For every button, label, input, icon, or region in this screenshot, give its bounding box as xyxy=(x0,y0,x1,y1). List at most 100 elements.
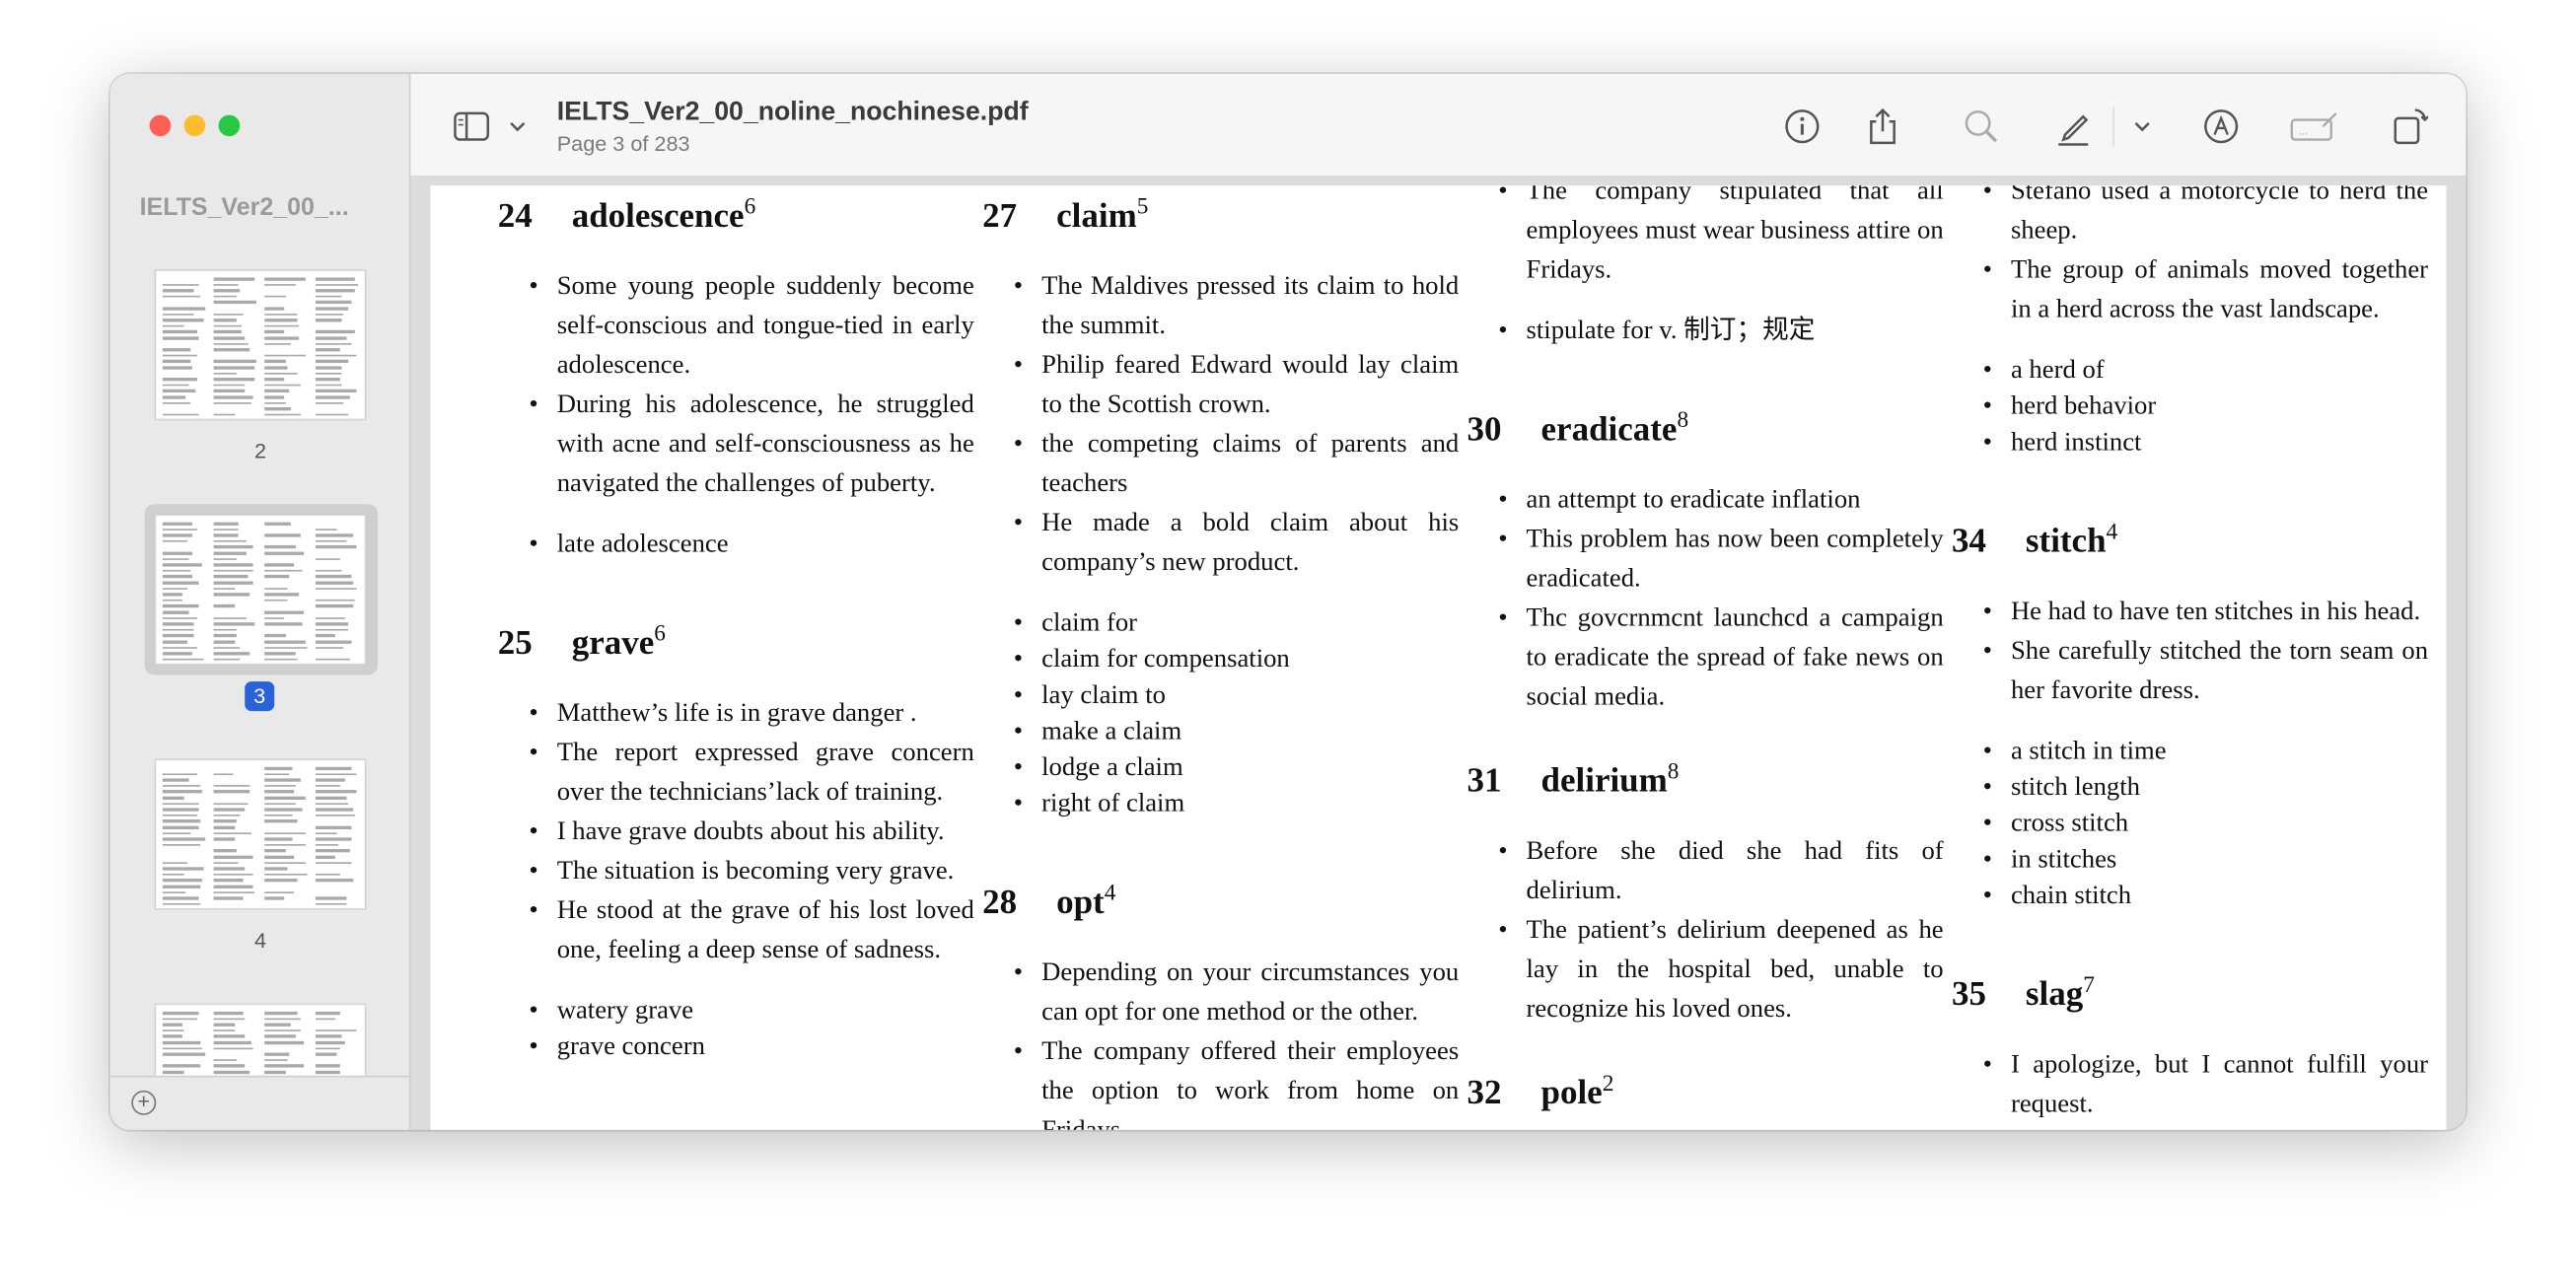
thumbnail-text-line xyxy=(163,844,200,846)
thumbnail-text-line xyxy=(163,289,194,291)
thumbnail-text-line xyxy=(316,277,355,279)
entry-number: 35 xyxy=(1952,970,2026,1017)
thumbnail-label: 2 xyxy=(110,439,411,463)
thumbnail-text-line xyxy=(316,629,348,631)
thumbnail-text-line xyxy=(214,826,236,828)
thumbnail-text-line xyxy=(264,646,307,648)
phrase-item: a stitch in time xyxy=(2011,734,2428,770)
sidebar-toggle-icon[interactable] xyxy=(452,106,491,146)
example-list: The company stipulated that all employee… xyxy=(1527,185,1944,291)
thumbnail-text-line xyxy=(163,815,197,816)
share-icon[interactable] xyxy=(1863,106,1902,146)
signature-icon[interactable]: ... xyxy=(2288,106,2340,146)
thumbnail-text-line xyxy=(316,342,351,344)
minimize-button[interactable] xyxy=(184,115,206,137)
thumbnail-page-2[interactable] xyxy=(156,271,365,419)
thumbnail-text-line xyxy=(316,1012,340,1014)
sidebar-footer: + xyxy=(110,1076,411,1130)
example-sentence: Some young people suddenly become self-c… xyxy=(557,267,974,386)
thumbnail-text-line xyxy=(163,791,203,793)
thumbnail-text-line xyxy=(316,378,340,380)
text-column: 24adolescence6Some young people suddenly… xyxy=(498,185,974,1130)
example-sentence: He made a bold claim about his company’s… xyxy=(1041,504,1459,583)
thumbnail-text-line xyxy=(214,629,237,631)
thumbnail-text-line xyxy=(264,622,303,624)
info-icon[interactable] xyxy=(1782,106,1822,146)
markup-icon[interactable] xyxy=(2201,106,2241,146)
example-sentence: Depending on your circumstances you can … xyxy=(1041,955,1459,1033)
thumbnail-text-line xyxy=(264,588,286,590)
thumbnail-text-line xyxy=(264,523,290,525)
thumbnail-text-line xyxy=(214,372,237,374)
thumbnail-text-line xyxy=(316,880,353,882)
rotate-icon[interactable] xyxy=(2391,106,2430,146)
add-page-icon[interactable]: + xyxy=(131,1091,156,1115)
thumbnail-text-line xyxy=(316,336,346,338)
thumbnail-text-line xyxy=(316,856,336,858)
example-sentence: Stefano used a motorcycle to herd the sh… xyxy=(2011,185,2428,251)
zoom-icon[interactable] xyxy=(1962,106,2001,146)
thumbnail-text-line xyxy=(264,832,306,834)
chevron-down-icon[interactable] xyxy=(2122,106,2162,146)
example-list: Depending on your circumstances you can … xyxy=(1041,955,1459,1130)
thumbnail-text-line xyxy=(214,862,239,864)
thumbnail-text-line xyxy=(316,401,344,403)
thumbnail-text-line xyxy=(163,617,196,619)
thumbnail-text-line xyxy=(163,594,182,596)
thumbnail-text-line xyxy=(264,862,306,864)
thumbnail-text-line xyxy=(316,582,354,584)
thumbnail-text-line xyxy=(214,295,237,297)
thumbnail-text-line xyxy=(163,809,198,811)
thumbnail-text-line xyxy=(264,1035,296,1037)
thumbnail-text-line xyxy=(264,372,298,374)
thumbnail-text-line xyxy=(264,891,295,893)
thumbnail-text-line xyxy=(163,797,184,799)
zoom-button[interactable] xyxy=(219,115,241,137)
thumbnail-text-line xyxy=(316,832,337,834)
highlight-pen-icon[interactable] xyxy=(2053,106,2093,146)
thumbnail-text-line xyxy=(214,891,255,893)
entry-heading: 35 slag7 xyxy=(1952,964,2428,1017)
phrase-list: watery gravegrave concern xyxy=(557,994,974,1066)
thumbnail-text-line xyxy=(316,360,349,362)
thumbnail-text-line xyxy=(316,600,355,602)
phrase-list: stipulate for v. 制订；规定 xyxy=(1527,314,1944,350)
phrase-list: a herd ofherd behaviorherd instinct xyxy=(2011,353,2428,461)
thumbnail-text-line xyxy=(214,348,250,350)
thumbnail-text-line xyxy=(163,1071,183,1073)
thumbnail-text-line xyxy=(163,773,197,775)
phrase-item: grave concern xyxy=(557,1029,974,1066)
thumbnail-text-line xyxy=(264,611,304,613)
thumbnail-text-line xyxy=(264,1029,301,1031)
thumbnail-text-line xyxy=(214,880,244,882)
entry-number: 28 xyxy=(982,879,1056,925)
thumbnail-text-line xyxy=(163,826,199,828)
thumbnail-text-line xyxy=(163,384,188,386)
thumbnail-text-line xyxy=(214,523,239,525)
thumbnail-text-line xyxy=(214,832,251,834)
thumbnail-text-line xyxy=(214,617,247,619)
thumbnail-page-4[interactable] xyxy=(156,760,365,908)
thumbnail-text-line xyxy=(264,874,307,876)
thumbnail-page-5[interactable] xyxy=(156,1005,365,1076)
example-sentence: The Maldives pressed its claim to hold t… xyxy=(1041,267,1459,346)
thumbnail-text-line xyxy=(316,1047,339,1049)
thumbnail-text-line xyxy=(163,395,186,397)
example-sentence: an attempt to eradicate inflation xyxy=(1527,481,1944,521)
thumbnail-text-line xyxy=(214,886,253,887)
chevron-down-icon[interactable] xyxy=(498,106,537,146)
thumbnail-text-line xyxy=(214,594,250,596)
thumbnail-text-line xyxy=(163,1024,182,1026)
thumbnail-text-line xyxy=(163,330,197,332)
thumbnail-text-line xyxy=(264,844,306,846)
phrase-list: late adolescence xyxy=(557,528,974,564)
thumbnail-text-line xyxy=(214,634,237,636)
thumbnail-text-line xyxy=(264,815,293,816)
thumbnail-text-line xyxy=(214,534,239,536)
thumbnail-text-line xyxy=(214,658,241,660)
thumbnail-page-3[interactable] xyxy=(156,516,365,664)
thumbnail-text-line xyxy=(264,820,297,822)
close-button[interactable] xyxy=(150,115,172,137)
thumbnail-text-line xyxy=(163,832,191,834)
thumbnail-text-line xyxy=(316,1041,344,1043)
